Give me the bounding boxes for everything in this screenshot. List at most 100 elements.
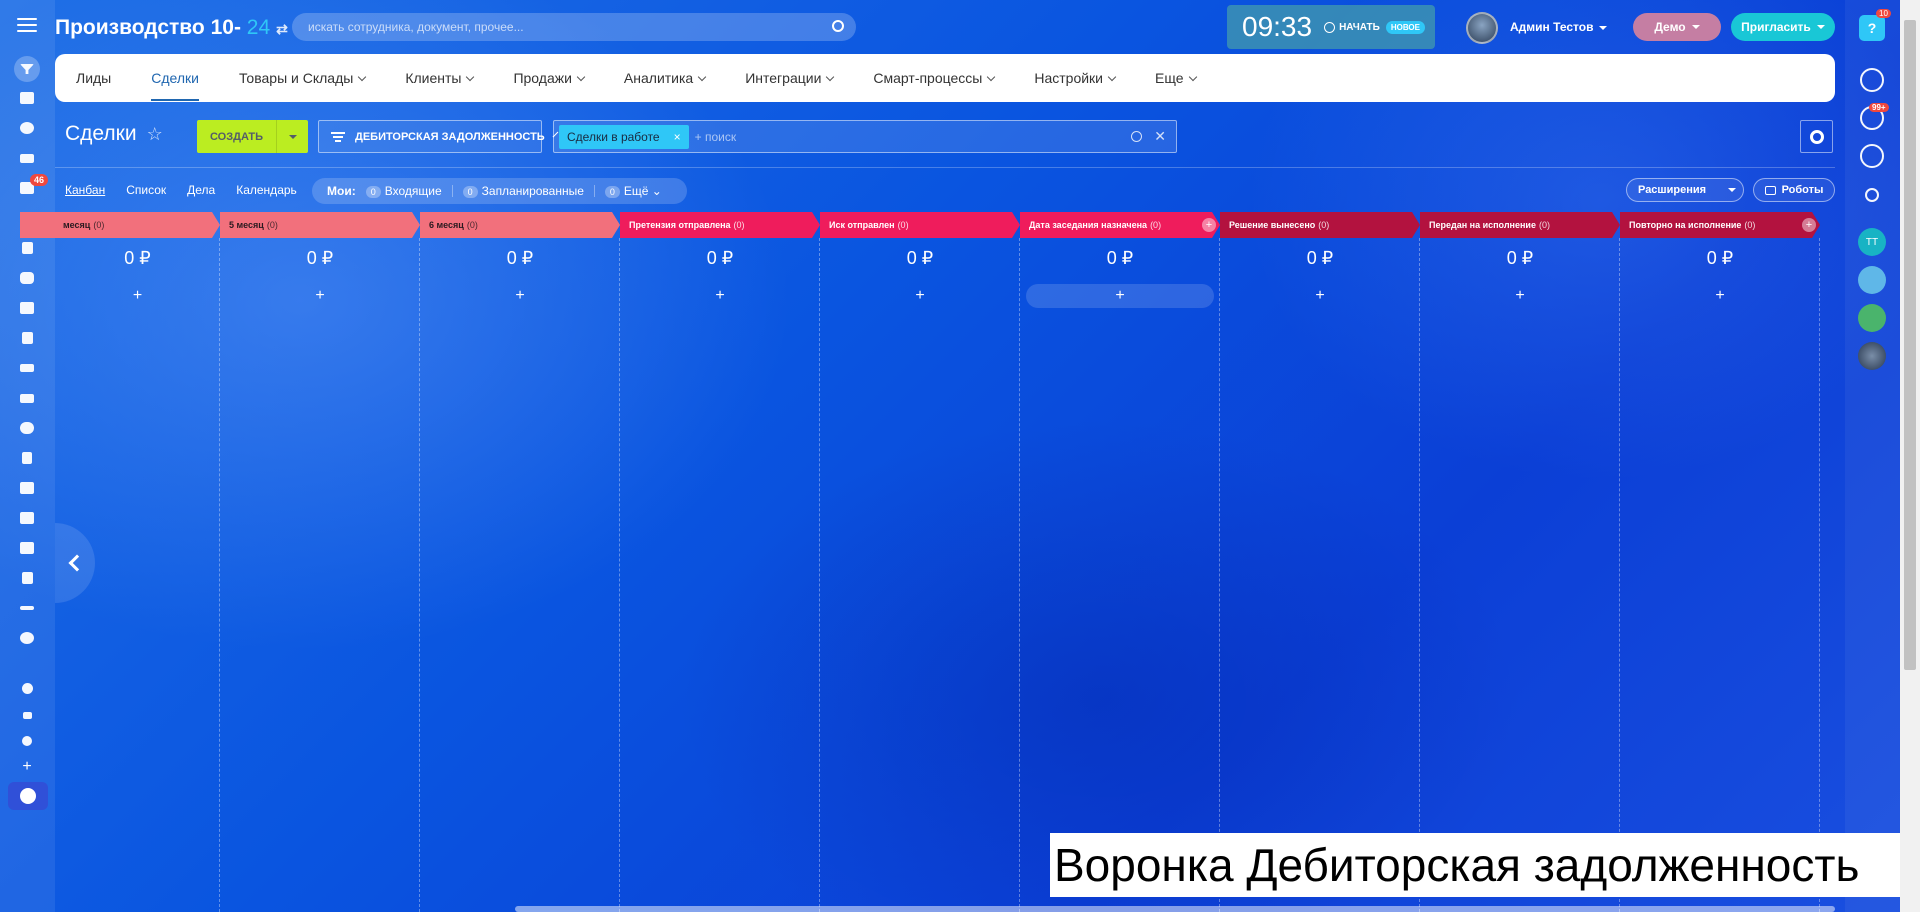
- column-header[interactable]: 5 месяц (0): [220, 212, 420, 238]
- filter-search-input[interactable]: Сделки в работе × + поиск ✕: [553, 120, 1177, 153]
- extensions-button[interactable]: Расширения: [1626, 178, 1744, 202]
- column-header[interactable]: 6 месяц (0): [420, 212, 620, 238]
- quick-add-button[interactable]: +: [1426, 284, 1614, 308]
- swap-icon[interactable]: ⇄: [276, 21, 288, 37]
- nav-item[interactable]: Товары и Склады: [239, 70, 367, 86]
- notes-icon[interactable]: [1858, 304, 1886, 332]
- help-badge: 10: [1876, 9, 1891, 18]
- view-list[interactable]: Список: [126, 183, 166, 197]
- search-icon[interactable]: [1865, 188, 1879, 202]
- view-activities[interactable]: Дела: [187, 183, 215, 197]
- bank-icon[interactable]: [17, 88, 37, 108]
- create-dropdown-button[interactable]: [276, 120, 308, 153]
- kanban-column: Иск отправлен (0) 0 ₽ +: [820, 212, 1020, 912]
- activity-stream-icon[interactable]: [1860, 68, 1884, 92]
- vertical-scrollbar[interactable]: [1900, 0, 1920, 912]
- nav-item[interactable]: Сделки: [151, 70, 199, 101]
- column-header[interactable]: Передан на исполнение (0): [1420, 212, 1620, 238]
- quick-add-button[interactable]: +: [826, 284, 1014, 308]
- cart-icon[interactable]: [17, 148, 37, 168]
- filter-chip[interactable]: Сделки в работе ×: [559, 124, 689, 149]
- chevron-down-icon: [358, 72, 367, 81]
- nav-item[interactable]: Продажи: [513, 70, 586, 86]
- quick-add-button[interactable]: +: [26, 284, 214, 308]
- quick-add-button[interactable]: +: [1626, 284, 1814, 308]
- column-header[interactable]: Иск отправлен (0): [820, 212, 1020, 238]
- target-icon[interactable]: [17, 118, 37, 138]
- counter-incoming[interactable]: 0 Входящие: [365, 184, 442, 198]
- view-kanban[interactable]: Канбан: [65, 183, 105, 197]
- column-sum: 0 ₽: [906, 248, 934, 268]
- clear-icon[interactable]: ✕: [1154, 128, 1166, 145]
- quick-add-button[interactable]: +: [626, 284, 814, 308]
- kanban-column: Дата заседания назначена (0) +0 ₽ +: [1020, 212, 1220, 912]
- star-icon[interactable]: ☆: [147, 124, 163, 145]
- quick-add-button[interactable]: +: [1026, 284, 1214, 308]
- column-sum: 0 ₽: [1306, 248, 1334, 268]
- counter-planned[interactable]: 0 Запланированные: [462, 184, 584, 198]
- global-search-input[interactable]: искать сотрудника, документ, прочее...: [292, 13, 856, 41]
- tasks-badge: 46: [30, 174, 49, 186]
- settings-button[interactable]: [1800, 120, 1833, 153]
- quick-add-button[interactable]: +: [226, 284, 414, 308]
- nav-item[interactable]: Клиенты: [405, 70, 475, 86]
- caret-down-icon: [1816, 25, 1825, 29]
- column-header[interactable]: месяц (0): [20, 212, 220, 238]
- scrollbar-thumb[interactable]: [1904, 20, 1916, 670]
- hamburger-menu-icon[interactable]: [17, 18, 37, 36]
- robots-button[interactable]: Роботы: [1753, 178, 1835, 202]
- nav-item[interactable]: Лиды: [76, 70, 111, 86]
- avatar[interactable]: [1466, 12, 1498, 44]
- kanban-column: 5 месяц (0) 0 ₽ +: [220, 212, 420, 912]
- filter-icon: [331, 131, 345, 142]
- filter-placeholder: + поиск: [694, 129, 737, 144]
- add-stage-icon[interactable]: +: [1202, 218, 1216, 232]
- horizontal-scrollbar[interactable]: [515, 906, 1835, 912]
- nav-item[interactable]: Настройки: [1034, 70, 1117, 86]
- chevron-down-icon: [576, 72, 586, 81]
- column-header[interactable]: Дата заседания назначена (0): [1020, 212, 1220, 238]
- quick-add-button[interactable]: +: [426, 284, 614, 308]
- demo-button[interactable]: Демо: [1633, 13, 1721, 41]
- nav-item[interactable]: Интеграции: [745, 70, 835, 86]
- funnel-selector-button[interactable]: ДЕБИТОРСКАЯ ЗАДОЛЖЕННОСТЬ: [318, 120, 559, 153]
- messenger-icon[interactable]: [1860, 144, 1884, 168]
- chat-bubble-icon[interactable]: [1858, 266, 1886, 294]
- column-header[interactable]: Решение вынесено (0): [1220, 212, 1420, 238]
- contact-tt-avatar[interactable]: TT: [1858, 228, 1886, 256]
- portal-title[interactable]: Производство 10- 24 ⇄: [55, 16, 288, 40]
- robot-icon: [1764, 185, 1776, 195]
- my-counters: Мои: 0 Входящие 0 Запланированные 0 Ещё ⌄: [312, 178, 687, 204]
- invite-button[interactable]: Пригласить: [1731, 13, 1835, 41]
- search-icon[interactable]: [832, 20, 844, 32]
- nav-item[interactable]: Смарт-процессы: [873, 70, 996, 86]
- contact-avatar[interactable]: [1858, 342, 1886, 370]
- start-workday-button[interactable]: НАЧАТЬ: [1324, 21, 1380, 33]
- add-stage-icon[interactable]: +: [1802, 218, 1816, 232]
- user-menu[interactable]: Админ Тестов: [1510, 20, 1608, 34]
- quick-add-button[interactable]: +: [1226, 284, 1414, 308]
- help-button[interactable]: ?: [1859, 15, 1885, 41]
- crm-filter-icon[interactable]: [17, 59, 37, 79]
- chevron-down-icon: [1188, 72, 1197, 81]
- column-sum: 0 ₽: [124, 248, 151, 268]
- column-sum: 0 ₽: [1106, 248, 1134, 268]
- chevron-down-icon: [697, 72, 707, 81]
- chevron-down-icon: [466, 72, 475, 81]
- nav-item[interactable]: Аналитика: [624, 70, 707, 86]
- kanban-column: Претензия отправлена (0) 0 ₽ +: [620, 212, 820, 912]
- search-icon[interactable]: [1131, 131, 1142, 142]
- nav-item[interactable]: Еще: [1155, 70, 1197, 86]
- chevron-down-icon: [826, 72, 835, 81]
- column-header[interactable]: Претензия отправлена (0): [620, 212, 820, 238]
- column-header[interactable]: Повторно на исполнение (0): [1620, 212, 1820, 238]
- create-button[interactable]: СОЗДАТЬ: [197, 120, 308, 153]
- caret-down-icon: [1599, 25, 1608, 30]
- view-calendar[interactable]: Календарь: [236, 183, 297, 197]
- timeman-widget[interactable]: 09:33 НАЧАТЬ НОВОЕ: [1227, 5, 1435, 49]
- divider: [55, 167, 1835, 168]
- caret-down-icon: [288, 134, 297, 139]
- remove-chip-icon[interactable]: ×: [674, 130, 681, 144]
- chevron-down-icon: [987, 72, 996, 81]
- counter-more[interactable]: 0 Ещё ⌄: [604, 184, 662, 198]
